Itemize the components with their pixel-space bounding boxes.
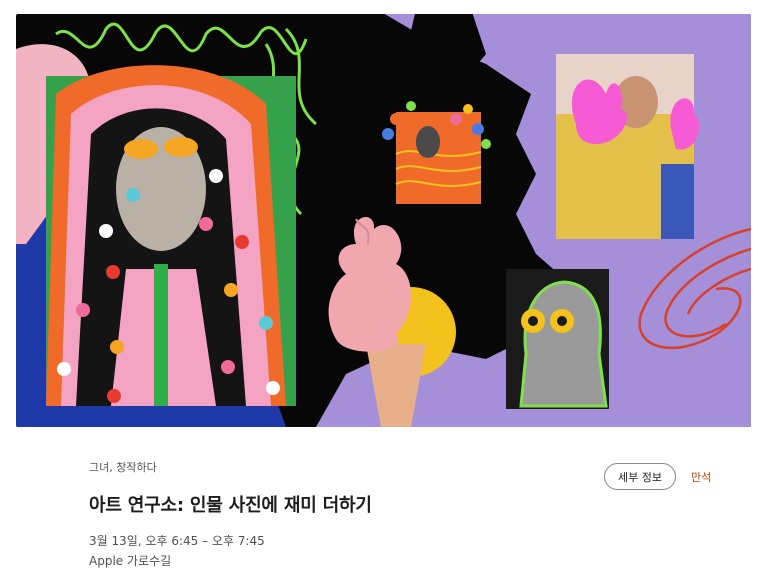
event-datetime: 3월 13일, 오후 6:45 – 오후 7:45 [89,534,265,548]
portrait-left [46,65,296,407]
details-button[interactable]: 세부 정보 [604,463,676,490]
hand-portrait [556,54,700,239]
flower-portrait-small [382,101,491,204]
status-full-label: 만석 [691,471,712,484]
hero-image [16,14,751,427]
flower-eyes-portrait [506,269,609,409]
event-location: Apple 가로수길 [89,554,172,568]
event-category: 그녀, 창작하다 [89,461,157,474]
hero-collage [16,14,751,427]
event-title[interactable]: 아트 연구소: 인물 사진에 재미 더하기 [89,491,372,517]
